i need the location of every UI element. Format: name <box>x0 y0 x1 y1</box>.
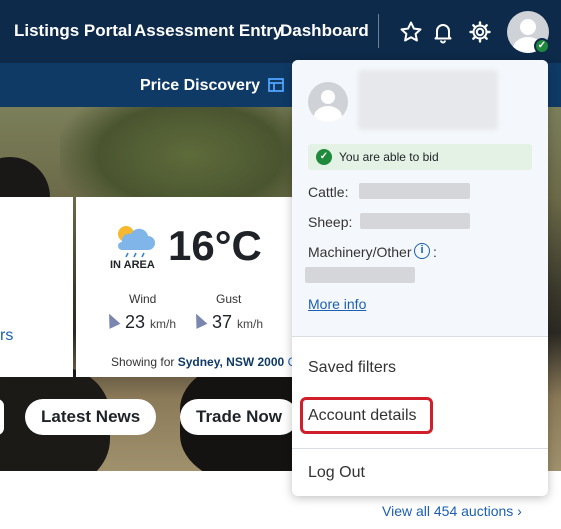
avatar-head-shape <box>520 19 536 35</box>
cattle-label: Cattle: <box>308 184 349 200</box>
showing-prefix: Showing for <box>111 355 175 369</box>
more-info-link[interactable]: More info <box>308 296 366 312</box>
pill-button[interactable] <box>0 399 4 435</box>
log-out-item[interactable]: Log Out <box>308 464 365 482</box>
chevron-right-icon: › <box>517 503 522 519</box>
dropdown-divider <box>292 448 548 449</box>
bid-status-badge: ✓ You are able to bid <box>308 144 532 170</box>
trade-now-button[interactable]: Trade Now <box>180 399 298 435</box>
nav-price-discovery[interactable]: Price Discovery <box>140 77 260 95</box>
sheep-value-redacted <box>360 213 470 229</box>
avatar-body-shape <box>314 106 342 122</box>
machinery-label: Machinery/Other <box>308 244 411 260</box>
verified-check-icon: ✓ <box>534 38 550 54</box>
saved-filters-item[interactable]: Saved filters <box>308 359 396 377</box>
gust-label: Gust <box>216 292 242 306</box>
view-all-label: View all 454 auctions <box>382 503 514 519</box>
machinery-label-text: Machinery/Other <box>308 244 412 260</box>
wind-speed: 23 <box>125 312 146 332</box>
bid-status-text: You are able to bid <box>339 150 439 164</box>
gust-unit: km/h <box>237 317 264 331</box>
weather-location: Showing for Sydney, NSW 2000 C <box>111 355 296 369</box>
table-icon[interactable] <box>268 78 284 92</box>
nav-link-listings-portal[interactable]: Listings Portal <box>14 21 132 41</box>
bell-icon[interactable] <box>431 20 455 44</box>
gust-speed: 37 <box>212 312 233 332</box>
location-name: Sydney, NSW 2000 <box>177 355 285 369</box>
gust-value: 37 km/h <box>212 312 263 333</box>
left-info-card: rs <box>0 197 73 377</box>
dropdown-divider <box>292 336 548 337</box>
dropdown-avatar <box>308 82 348 122</box>
account-name-redacted <box>358 70 498 130</box>
gear-icon[interactable] <box>468 20 492 44</box>
in-area-label: IN AREA <box>110 259 155 271</box>
nav-link-dashboard[interactable]: Dashboard <box>280 21 369 41</box>
check-icon: ✓ <box>316 149 332 165</box>
view-all-auctions-link[interactable]: View all 454 auctions › <box>382 503 522 519</box>
wind-label: Wind <box>129 292 157 306</box>
star-icon[interactable] <box>399 20 423 44</box>
wind-value: 23 km/h <box>125 312 176 333</box>
avatar-head-shape <box>321 90 335 104</box>
machinery-value-redacted <box>305 267 415 283</box>
nav-link-assessment-entry[interactable]: Assessment Entry <box>134 21 282 41</box>
weather-cloud-rain-icon <box>118 226 155 258</box>
cattle-value-redacted <box>359 183 470 199</box>
nav-separator <box>378 14 379 48</box>
sheep-label: Sheep: <box>308 214 353 230</box>
wind-unit: km/h <box>150 317 177 331</box>
latest-news-button[interactable]: Latest News <box>25 399 157 435</box>
account-details-highlight <box>300 397 433 434</box>
info-icon[interactable]: i <box>414 243 430 259</box>
machinery-label-colon: : <box>433 244 437 260</box>
left-card-link-fragment[interactable]: rs <box>0 327 13 345</box>
temperature-value: 16°C <box>168 222 262 269</box>
